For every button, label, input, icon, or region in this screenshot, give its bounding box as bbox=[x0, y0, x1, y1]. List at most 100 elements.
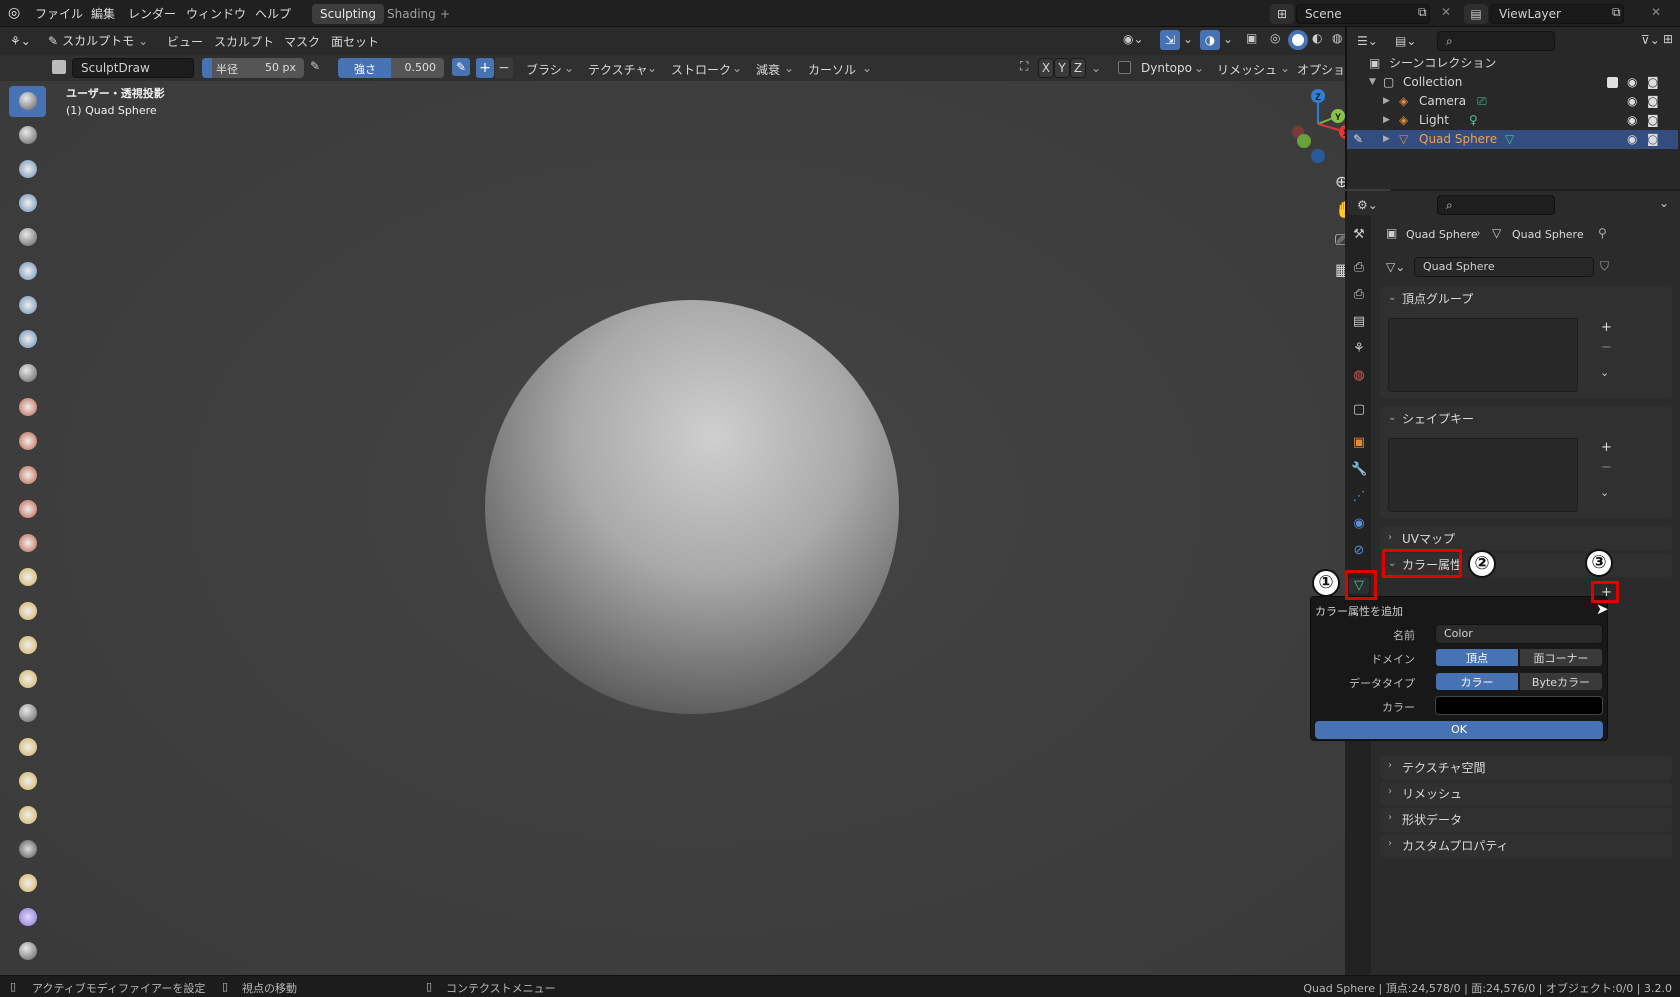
add-shape-key-icon[interactable]: + bbox=[1601, 440, 1612, 455]
rotate-tool[interactable] bbox=[9, 800, 46, 831]
direction-add-button[interactable]: + bbox=[476, 58, 494, 78]
remove-viewlayer-icon[interactable]: ✕ bbox=[1651, 5, 1661, 19]
camera-data-icon[interactable]: ⎚ bbox=[1477, 92, 1487, 111]
props-options-chevron-icon[interactable]: ⌄ bbox=[1659, 196, 1669, 210]
exclude-checkbox[interactable] bbox=[1607, 77, 1618, 88]
dyntopo-checkbox[interactable] bbox=[1118, 61, 1131, 74]
scene-tab-icon[interactable]: ⚘ bbox=[1351, 341, 1367, 357]
texture-space-header[interactable]: テクスチャ空間 bbox=[1380, 756, 1672, 780]
color-swatch[interactable] bbox=[1435, 696, 1603, 715]
pinch-tool[interactable] bbox=[9, 562, 46, 593]
outliner-search-input[interactable]: ⌕ bbox=[1437, 31, 1555, 51]
visibility-eye-icon[interactable]: ◉ bbox=[1627, 111, 1637, 130]
symmetry-icon[interactable]: ⛶ bbox=[1020, 59, 1028, 74]
tool-tab-icon[interactable]: ⚒ bbox=[1351, 227, 1367, 243]
3d-viewport[interactable] bbox=[0, 27, 1390, 975]
new-scene-icon[interactable]: ⧉ bbox=[1418, 5, 1427, 20]
pose-tool[interactable] bbox=[9, 732, 46, 763]
falloff-dropdown[interactable]: 減衰 bbox=[756, 61, 780, 78]
mesh-data-icon[interactable]: ▽ bbox=[1505, 130, 1514, 149]
gizmo-chevron-icon[interactable]: ⌄ bbox=[1183, 32, 1193, 46]
mesh-name-field[interactable]: Quad Sphere bbox=[1414, 257, 1594, 277]
new-collection-icon[interactable]: ⊞ bbox=[1663, 32, 1673, 46]
add-workspace-button[interactable]: + bbox=[432, 4, 458, 24]
shape-keys-header[interactable]: シェイプキー bbox=[1380, 407, 1672, 431]
render-camera-icon[interactable]: ◙ bbox=[1647, 92, 1659, 111]
stroke-dropdown[interactable]: ストローク bbox=[671, 61, 731, 78]
render-camera-icon[interactable]: ◙ bbox=[1647, 111, 1659, 130]
vertex-groups-header[interactable]: 頂点グループ bbox=[1380, 287, 1672, 311]
new-viewlayer-icon[interactable]: ⧉ bbox=[1612, 5, 1621, 20]
overlay-toggle-icon[interactable]: ◑ bbox=[1200, 30, 1220, 50]
props-search-input[interactable]: ⌕ bbox=[1437, 195, 1555, 215]
view-layer-tab-icon[interactable]: ▤ bbox=[1351, 314, 1367, 330]
fake-user-shield-icon[interactable]: ⛉ bbox=[1600, 259, 1609, 274]
tab-sculpting[interactable]: Sculpting bbox=[312, 4, 385, 24]
wireframe-shading-icon[interactable]: ◎ bbox=[1270, 31, 1280, 45]
rendered-shading-icon[interactable]: ◍ bbox=[1332, 31, 1342, 45]
remove-scene-icon[interactable]: ✕ bbox=[1441, 5, 1451, 19]
attribute-name-input[interactable]: Color bbox=[1435, 624, 1603, 644]
expand-right-icon[interactable]: ▶ bbox=[1383, 92, 1390, 111]
scene-name-field[interactable]: Scene bbox=[1296, 4, 1430, 24]
display-mode-icon[interactable]: ▤⌄ bbox=[1395, 31, 1425, 51]
inflate-tool[interactable] bbox=[9, 290, 46, 321]
grab-tool[interactable] bbox=[9, 596, 46, 627]
menu-file[interactable]: ファイル bbox=[35, 5, 83, 22]
elastic-deform-tool[interactable] bbox=[9, 630, 46, 661]
simplify-tool[interactable] bbox=[9, 936, 46, 966]
remove-vertex-group-icon[interactable]: − bbox=[1601, 340, 1612, 355]
mesh-browse-icon[interactable]: ▽⌄ bbox=[1386, 260, 1405, 274]
visibility-eye-icon[interactable]: ◉ bbox=[1627, 130, 1637, 149]
outliner-editor-type-icon[interactable]: ☰⌄ bbox=[1357, 31, 1387, 51]
remesh-dropdown[interactable]: リメッシュ bbox=[1217, 61, 1277, 78]
overlay-chevron-icon[interactable]: ⌄ bbox=[1223, 32, 1233, 46]
geometry-data-header[interactable]: 形状データ bbox=[1380, 808, 1672, 832]
menu-face-sets[interactable]: 面セット bbox=[331, 33, 379, 50]
slide-relax-tool[interactable] bbox=[9, 834, 46, 865]
crease-tool[interactable] bbox=[9, 358, 46, 389]
ok-button[interactable]: OK bbox=[1315, 721, 1603, 739]
cursor-dropdown[interactable]: カーソル bbox=[808, 61, 856, 78]
boundary-tool[interactable] bbox=[9, 868, 46, 899]
remove-shape-key-icon[interactable]: − bbox=[1601, 460, 1612, 475]
datatype-byte-color-option[interactable]: Byteカラー bbox=[1519, 672, 1603, 691]
constraints-tab-icon[interactable]: ⊘ bbox=[1351, 543, 1367, 559]
object-tab-icon[interactable]: ▣ bbox=[1351, 435, 1367, 451]
physics-tab-icon[interactable]: ◉ bbox=[1351, 516, 1367, 532]
light-row[interactable]: ▶ ◈ Light ♀ ◉ ◙ bbox=[1347, 111, 1678, 130]
chevron-down-icon[interactable]: ⌄ bbox=[1091, 61, 1101, 75]
domain-face-corner-option[interactable]: 面コーナー bbox=[1519, 648, 1603, 667]
viewlayer-name-field[interactable]: ViewLayer bbox=[1490, 4, 1624, 24]
direction-subtract-button[interactable]: − bbox=[495, 58, 513, 78]
expand-right-icon[interactable]: ▶ bbox=[1383, 130, 1390, 149]
cloth-tool[interactable] bbox=[9, 902, 46, 933]
radius-slider[interactable]: 半径 50 px bbox=[202, 58, 304, 78]
multiplane-scrape-tool[interactable] bbox=[9, 528, 46, 559]
world-tab-icon[interactable]: ◍ bbox=[1351, 368, 1367, 384]
dyntopo-label[interactable]: Dyntopo bbox=[1141, 61, 1192, 75]
filter-icon[interactable]: ⊽⌄ bbox=[1641, 33, 1660, 47]
viewlayer-selector-icon[interactable]: ▤ bbox=[1464, 4, 1488, 24]
flatten-tool[interactable] bbox=[9, 426, 46, 457]
radius-pressure-icon[interactable]: ✎ bbox=[310, 59, 320, 73]
menu-help[interactable]: ヘルプ bbox=[255, 5, 291, 22]
render-camera-icon[interactable]: ◙ bbox=[1647, 130, 1659, 149]
props-editor-type-icon[interactable]: ⚙⌄ bbox=[1357, 195, 1387, 215]
menu-view[interactable]: ビュー bbox=[167, 33, 203, 50]
custom-properties-header[interactable]: カスタムプロパティ bbox=[1380, 834, 1672, 858]
nudge-tool[interactable] bbox=[9, 766, 46, 797]
blender-logo-icon[interactable]: ◎ bbox=[8, 5, 24, 21]
scene-collection-row[interactable]: ▣ シーンコレクション bbox=[1347, 54, 1678, 73]
smooth-tool[interactable] bbox=[9, 392, 46, 423]
menu-edit[interactable]: 編集 bbox=[91, 5, 115, 22]
datatype-color-option[interactable]: カラー bbox=[1435, 672, 1519, 691]
render-tab-icon[interactable]: ⎙ bbox=[1351, 260, 1367, 276]
mirror-z-toggle[interactable]: Z bbox=[1070, 58, 1086, 78]
add-vertex-group-icon[interactable]: + bbox=[1601, 320, 1612, 335]
particles-tab-icon[interactable]: ⋰ bbox=[1351, 489, 1367, 505]
vertex-group-menu-icon[interactable]: ⌄ bbox=[1600, 366, 1609, 379]
snake-hook-tool[interactable] bbox=[9, 664, 46, 695]
shape-keys-list[interactable] bbox=[1388, 438, 1578, 512]
clay-thumb-tool[interactable] bbox=[9, 222, 46, 253]
